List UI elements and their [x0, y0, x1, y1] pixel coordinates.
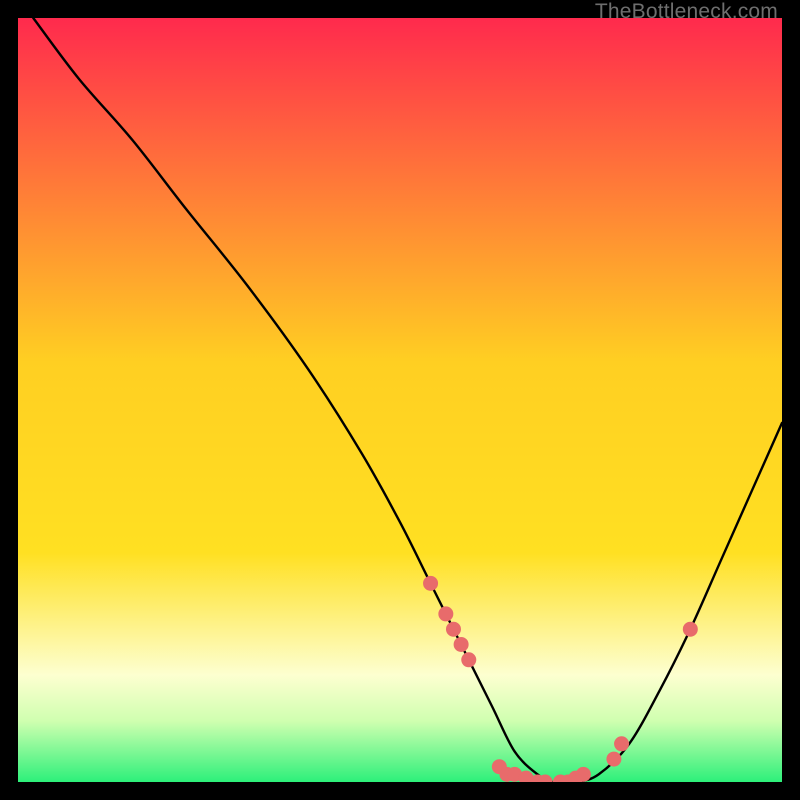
chart-frame — [18, 18, 782, 782]
watermark-text: TheBottleneck.com — [595, 0, 778, 24]
data-marker — [454, 637, 469, 652]
data-marker — [461, 652, 476, 667]
data-marker — [683, 622, 698, 637]
data-marker — [606, 752, 621, 767]
data-marker — [423, 576, 438, 591]
bottleneck-chart — [18, 18, 782, 782]
data-marker — [576, 767, 591, 782]
data-marker — [614, 736, 629, 751]
data-marker — [446, 622, 461, 637]
gradient-background — [18, 18, 782, 782]
data-marker — [438, 606, 453, 621]
